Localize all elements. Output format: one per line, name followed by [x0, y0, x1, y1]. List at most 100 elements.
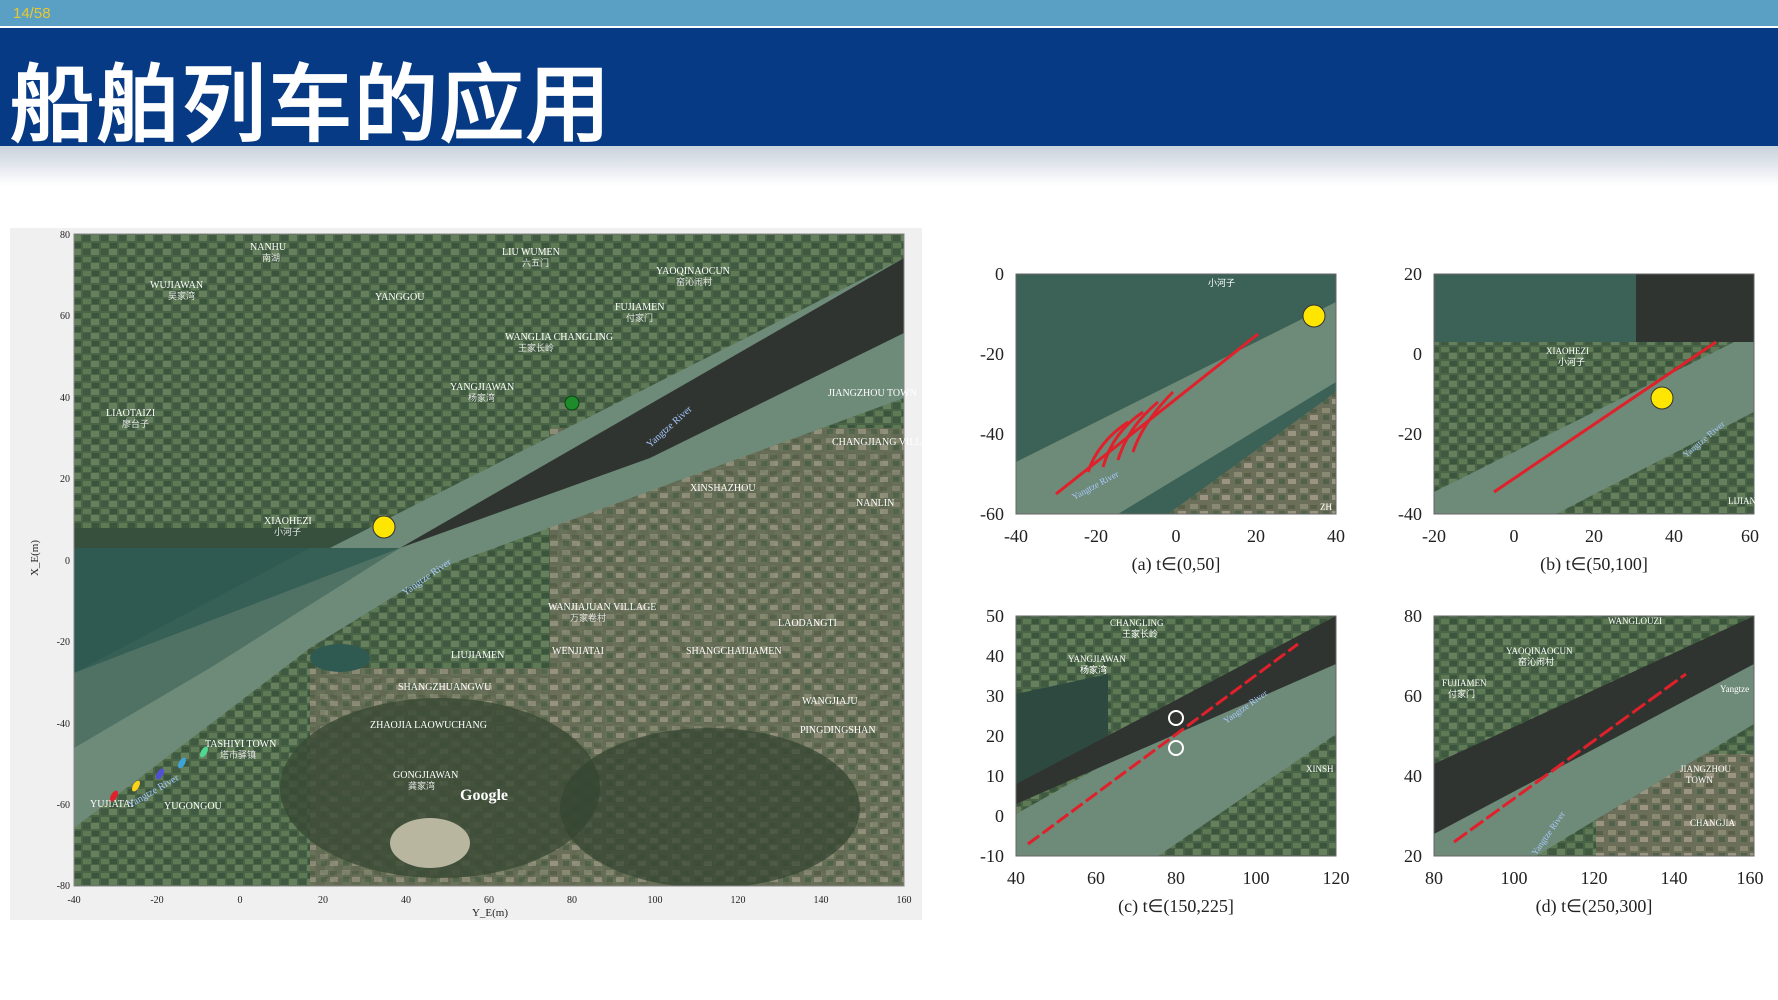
y-tick-label: 40	[1404, 766, 1422, 786]
place-label: WANGLIA CHANGLING	[505, 332, 613, 343]
y-tick-label: 10	[986, 766, 1004, 786]
x-tick-label: -20	[150, 895, 163, 906]
place-label: GONGJIAWAN	[393, 770, 458, 781]
x-tick-label: 160	[897, 895, 912, 906]
subplot-map-label: 王家长岭	[1122, 628, 1158, 639]
subplot-map-label: CHANGLING	[1110, 618, 1164, 628]
subplot-map-label: CHANGJIA	[1690, 818, 1736, 828]
place-label-cn: 龚家湾	[408, 780, 435, 791]
y-tick-label: -40	[980, 424, 1004, 444]
x-tick-label: 20	[318, 895, 328, 906]
title-shadow	[0, 146, 1778, 186]
top-accent-bar: 14/58	[0, 0, 1778, 26]
subplot-map-label: XINSH	[1306, 764, 1334, 774]
x-tick-label: -20	[1084, 526, 1108, 546]
y-tick-label: 30	[986, 686, 1004, 706]
x-tick-label: 20	[1247, 526, 1265, 546]
y-tick-label: 50	[986, 606, 1004, 626]
x-tick-label: 120	[731, 895, 746, 906]
place-label: XIAOHEZI	[264, 516, 312, 527]
x-tick-label: 60	[484, 895, 494, 906]
y-tick-label: -80	[57, 881, 70, 892]
place-label: LIAOTAIZI	[106, 408, 155, 419]
x-tick-label: 100	[648, 895, 663, 906]
x-tick-label: 100	[1243, 868, 1270, 888]
x-tick-label: 140	[1661, 868, 1688, 888]
y-tick-label: -40	[57, 719, 70, 730]
y-tick-label: -20	[1398, 424, 1422, 444]
place-label: LIUJIAMEN	[451, 650, 504, 661]
x-tick-label: -40	[1004, 526, 1028, 546]
place-label: NANHU	[250, 242, 287, 253]
place-label-cn: 吴家湾	[168, 290, 195, 301]
place-label-cn: 廖台子	[122, 418, 149, 429]
place-label-cn: 万家卷村	[570, 612, 606, 623]
x-tick-label: -20	[1422, 526, 1446, 546]
y-tick-label: 40	[60, 393, 70, 404]
subplot-map-label: TOWN	[1686, 775, 1713, 785]
y-tick-label: -20	[57, 637, 70, 648]
x-tick-label: 80	[1425, 868, 1443, 888]
place-label: WENJIATAI	[552, 646, 604, 657]
x-tick-label: 120	[1581, 868, 1608, 888]
y-tick-label: 20	[1404, 264, 1422, 284]
x-tick-label: -40	[67, 895, 80, 906]
subplot-map-label: YANGJIAWAN	[1068, 654, 1126, 664]
y-tick-label: 20	[1404, 846, 1422, 866]
y-tick-label: -20	[980, 344, 1004, 364]
subplot-caption: (a) t∈(0,50]	[1132, 554, 1221, 575]
place-label-cn: 王家长岭	[518, 342, 554, 353]
place-label: FUJIAMEN	[615, 302, 664, 313]
y-tick-label: -60	[57, 800, 70, 811]
subplot-a: 小河子 Yangtze River ZH -40 -20 0 20 40 0 -…	[980, 264, 1345, 575]
y-tick-label: 20	[60, 474, 70, 485]
subplot-map-label: ZH	[1320, 502, 1332, 512]
subplot-map-label: 杨家湾	[1080, 664, 1107, 675]
x-tick-label: 0	[238, 895, 243, 906]
subplot-map-label: Yangtze	[1720, 684, 1749, 694]
place-label: YUGONGOU	[164, 801, 223, 812]
title-bar: 船舶列车的应用	[0, 28, 1778, 154]
y-tick-label: 0	[1413, 344, 1422, 364]
page-number: 14/58	[13, 5, 51, 22]
slide-title: 船舶列车的应用	[10, 56, 613, 154]
y-tick-label: 60	[60, 311, 70, 322]
green-marker	[564, 395, 580, 411]
x-tick-label: 40	[1007, 868, 1025, 888]
x-tick-label: 40	[1327, 526, 1345, 546]
place-label: SHANGZHUANGWU	[398, 682, 492, 693]
subplot-caption: (d) t∈(250,300]	[1536, 896, 1653, 917]
subplot-map-label: 小河子	[1208, 277, 1235, 288]
x-tick-label: 120	[1323, 868, 1350, 888]
place-label: WANJIAJUAN VILLAGE	[548, 602, 656, 613]
y-tick-label: 40	[986, 646, 1004, 666]
subplot-d: WANGLOUZI YAOQINAOCUN 窑沁闹村 FUJIAMEN 付家门 …	[1404, 606, 1764, 917]
place-label: WUJIAWAN	[150, 280, 203, 291]
yellow-marker	[372, 515, 396, 539]
place-label: LAODANGTI	[778, 618, 837, 629]
y-axis-label: X_E(m)	[29, 540, 41, 576]
map-attribution: Google	[460, 787, 508, 804]
x-tick-label: 80	[1167, 868, 1185, 888]
y-tick-label: 0	[65, 556, 70, 567]
subplot-caption: (c) t∈(150,225]	[1118, 896, 1234, 917]
subplot-map-label: FUJIAMEN	[1442, 678, 1487, 688]
x-tick-label: 60	[1087, 868, 1105, 888]
place-label-cn: 窑沁闹村	[676, 276, 712, 287]
main-map-figure: NANHU WUJIAWAN LIU WUMEN YAOQINAOCUN YAN…	[10, 228, 922, 920]
place-label: JIANGZHOU TOWN	[828, 388, 917, 399]
subplot-caption: (b) t∈(50,100]	[1540, 554, 1648, 575]
subplot-map-label: 付家门	[1448, 688, 1475, 699]
y-tick-label: 0	[995, 264, 1004, 284]
y-tick-label: 0	[995, 806, 1004, 826]
place-label: CHANGJIANG VILLAGE	[832, 437, 922, 448]
x-tick-label: 100	[1501, 868, 1528, 888]
x-tick-label: 0	[1172, 526, 1181, 546]
subplot-map-label: XIAOHEZI	[1546, 346, 1589, 356]
subplot-map-label: WANGLOUZI	[1608, 616, 1662, 626]
place-label-cn: 南湖	[262, 252, 280, 263]
subplot-map-label: YAOQINAOCUN	[1506, 646, 1573, 656]
y-tick-label: 80	[1404, 606, 1422, 626]
x-tick-label: 40	[1665, 526, 1683, 546]
place-label: XINSHAZHOU	[690, 483, 756, 494]
